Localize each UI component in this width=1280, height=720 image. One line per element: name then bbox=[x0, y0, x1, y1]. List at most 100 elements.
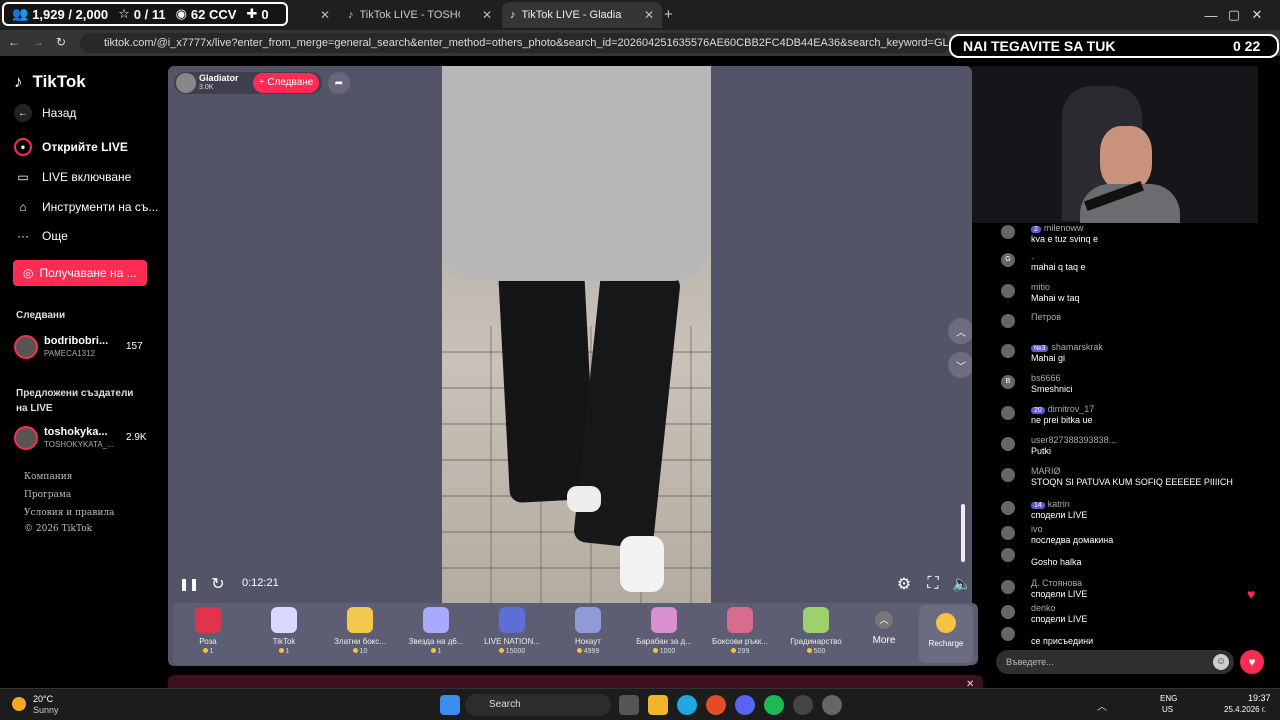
gift-item[interactable]: Градинарство 500 bbox=[781, 607, 851, 663]
footer-link-company[interactable]: Компания bbox=[24, 472, 72, 482]
reload-icon[interactable]: ↻ bbox=[56, 35, 66, 49]
tab-gladiator[interactable]: ♪TikTok LIVE - Gladiator✕ bbox=[502, 2, 662, 28]
chat-username[interactable]: . bbox=[1031, 251, 1034, 261]
chat-username[interactable]: user827388393838... bbox=[1031, 435, 1116, 445]
avatar[interactable] bbox=[1001, 468, 1015, 482]
weather-temp[interactable]: 20°C bbox=[33, 694, 53, 704]
following-creator[interactable]: bodribobri... PAMECA1312 157 bbox=[14, 333, 154, 363]
chat-username[interactable]: ivo bbox=[1031, 524, 1043, 534]
footer-link-program[interactable]: Програма bbox=[24, 490, 71, 500]
sidebar-item-discover-live[interactable]: • Открийте LIVE bbox=[14, 138, 128, 156]
live-player[interactable]: Gladiator 3.0K + Следване ➦ ︿ ﹀ ❚❚ ↻ 0:1… bbox=[168, 66, 972, 666]
back-link[interactable]: ← Назад bbox=[14, 104, 76, 122]
more-gifts-button[interactable]: ︿ More bbox=[867, 611, 901, 659]
region-indicator[interactable]: US bbox=[1162, 705, 1173, 714]
avatar[interactable] bbox=[1001, 284, 1015, 298]
volume-button[interactable]: 🔈 bbox=[952, 574, 972, 594]
gift-item[interactable]: LIVE NATION... 15000 bbox=[477, 607, 547, 663]
host-avatar[interactable] bbox=[176, 73, 196, 93]
chat-username[interactable]: Д. Стоянова bbox=[1031, 578, 1082, 588]
follow-button[interactable]: + Следване bbox=[253, 73, 319, 93]
tab-toshokykata[interactable]: ♪TikTok LIVE - TOSHOKYKAT...✕ bbox=[340, 2, 500, 28]
avatar[interactable] bbox=[1001, 501, 1015, 515]
chat-text: ne prei bitka ue bbox=[1031, 415, 1093, 425]
avatar[interactable]: G bbox=[1001, 253, 1015, 267]
tab-previous[interactable]: ✕ bbox=[300, 2, 338, 28]
chat-username[interactable]: denko bbox=[1031, 603, 1056, 613]
close-icon[interactable]: ✕ bbox=[482, 8, 492, 22]
close-icon[interactable]: ✕ bbox=[644, 8, 654, 22]
avatar[interactable] bbox=[1001, 580, 1015, 594]
url-field[interactable]: tiktok.com/@i_x7777x/live?enter_from_mer… bbox=[80, 33, 950, 53]
avatar[interactable] bbox=[1001, 526, 1015, 540]
settings-button[interactable]: ⚙ bbox=[894, 574, 914, 594]
clock-date[interactable]: 25.4.2026 г. bbox=[1224, 705, 1266, 714]
language-indicator[interactable]: ENG bbox=[1160, 694, 1177, 703]
chat-username[interactable]: Петров bbox=[1031, 312, 1061, 322]
tiktok-logo-icon: ♪ bbox=[14, 72, 23, 91]
host-name[interactable]: Gladiator bbox=[199, 73, 239, 83]
settings-app-icon[interactable] bbox=[822, 695, 842, 715]
chat-username[interactable]: №3 shamarskrak bbox=[1031, 342, 1103, 352]
share-button[interactable]: ➦ bbox=[328, 72, 350, 94]
new-tab-button[interactable]: + bbox=[664, 6, 673, 23]
gift-item[interactable]: Барабан за д... 1000 bbox=[629, 607, 699, 663]
chat-username[interactable]: mitio bbox=[1031, 282, 1050, 292]
edge-icon[interactable] bbox=[677, 695, 697, 715]
gift-item[interactable]: Звезда на д6... 1 bbox=[401, 607, 471, 663]
avatar[interactable] bbox=[1001, 406, 1015, 420]
forward-arrow-icon[interactable]: → bbox=[32, 35, 44, 49]
recharge-button[interactable]: Recharge bbox=[919, 605, 973, 663]
chat-username[interactable]: bs6666 bbox=[1031, 373, 1061, 383]
spotify-icon[interactable] bbox=[764, 695, 784, 715]
weather-desc[interactable]: Sunny bbox=[33, 705, 59, 715]
get-coins-button[interactable]: ◎ Получаване на ... bbox=[13, 260, 147, 286]
sidebar-item-go-live[interactable]: ▭ LIVE включване bbox=[14, 168, 131, 186]
suggested-creator[interactable]: toshokyka... TOSHOKYKATA_... 2.9K bbox=[14, 424, 154, 454]
chat-username[interactable]: MARIØ bbox=[1031, 466, 1061, 476]
refresh-button[interactable]: ↻ bbox=[208, 574, 228, 594]
avatar[interactable] bbox=[1001, 344, 1015, 358]
pause-button[interactable]: ❚❚ bbox=[179, 574, 199, 594]
windows-start-icon[interactable] bbox=[440, 695, 460, 715]
gift-name: Барабан за д... bbox=[636, 637, 692, 646]
avatar[interactable] bbox=[1001, 548, 1015, 562]
taskbar-search[interactable]: Search bbox=[465, 694, 611, 716]
chat-username[interactable]: 14 katrin bbox=[1031, 499, 1070, 509]
fullscreen-button[interactable]: ⛶ bbox=[923, 574, 943, 594]
avatar[interactable] bbox=[1001, 627, 1015, 641]
chat-input[interactable]: Въведете... bbox=[996, 650, 1234, 674]
discord-icon[interactable] bbox=[735, 695, 755, 715]
avatar[interactable] bbox=[1001, 437, 1015, 451]
chat-username[interactable]: 20 dimitrov_17 bbox=[1031, 404, 1094, 414]
gift-item[interactable]: Златни бокс... 10 bbox=[325, 607, 395, 663]
previous-live-button[interactable]: ︿ bbox=[948, 318, 972, 344]
chrome-icon[interactable] bbox=[706, 695, 726, 715]
avatar[interactable] bbox=[1001, 605, 1015, 619]
avatar[interactable]: B bbox=[1001, 375, 1015, 389]
sidebar-item-more[interactable]: ··· Още bbox=[14, 227, 68, 245]
tiktok-logo[interactable]: ♪ TikTok bbox=[14, 72, 86, 92]
volume-slider[interactable] bbox=[961, 504, 965, 562]
file-explorer-icon[interactable] bbox=[648, 695, 668, 715]
live-video[interactable] bbox=[442, 66, 711, 603]
emoji-button[interactable]: ☺ bbox=[1213, 654, 1229, 670]
gift-item[interactable]: TikTok 1 bbox=[249, 607, 319, 663]
next-live-button[interactable]: ﹀ bbox=[948, 352, 972, 378]
clock-time[interactable]: 19:37 bbox=[1248, 693, 1271, 703]
avatar[interactable] bbox=[1001, 225, 1015, 239]
chat-username[interactable]: 2 milenoww bbox=[1031, 223, 1083, 233]
avatar[interactable] bbox=[1001, 314, 1015, 328]
obs-icon[interactable] bbox=[793, 695, 813, 715]
gift-item[interactable]: Роза 1 bbox=[173, 607, 243, 663]
task-view-icon[interactable] bbox=[619, 695, 639, 715]
footer-link-terms[interactable]: Условия и правила bbox=[24, 508, 114, 518]
window-close-button[interactable]: ✕ bbox=[1234, 0, 1280, 30]
gift-item[interactable]: Боксови ръкк... 299 bbox=[705, 607, 775, 663]
tray-chevron-icon[interactable]: ︿ bbox=[1097, 698, 1107, 713]
gift-item[interactable]: Нокаут 4999 bbox=[553, 607, 623, 663]
close-icon[interactable]: ✕ bbox=[320, 8, 330, 22]
back-arrow-icon[interactable]: ← bbox=[8, 35, 20, 49]
sidebar-item-tools[interactable]: ⌂ Инструменти на съ... bbox=[14, 198, 158, 216]
like-button[interactable]: ♥ bbox=[1240, 650, 1264, 674]
